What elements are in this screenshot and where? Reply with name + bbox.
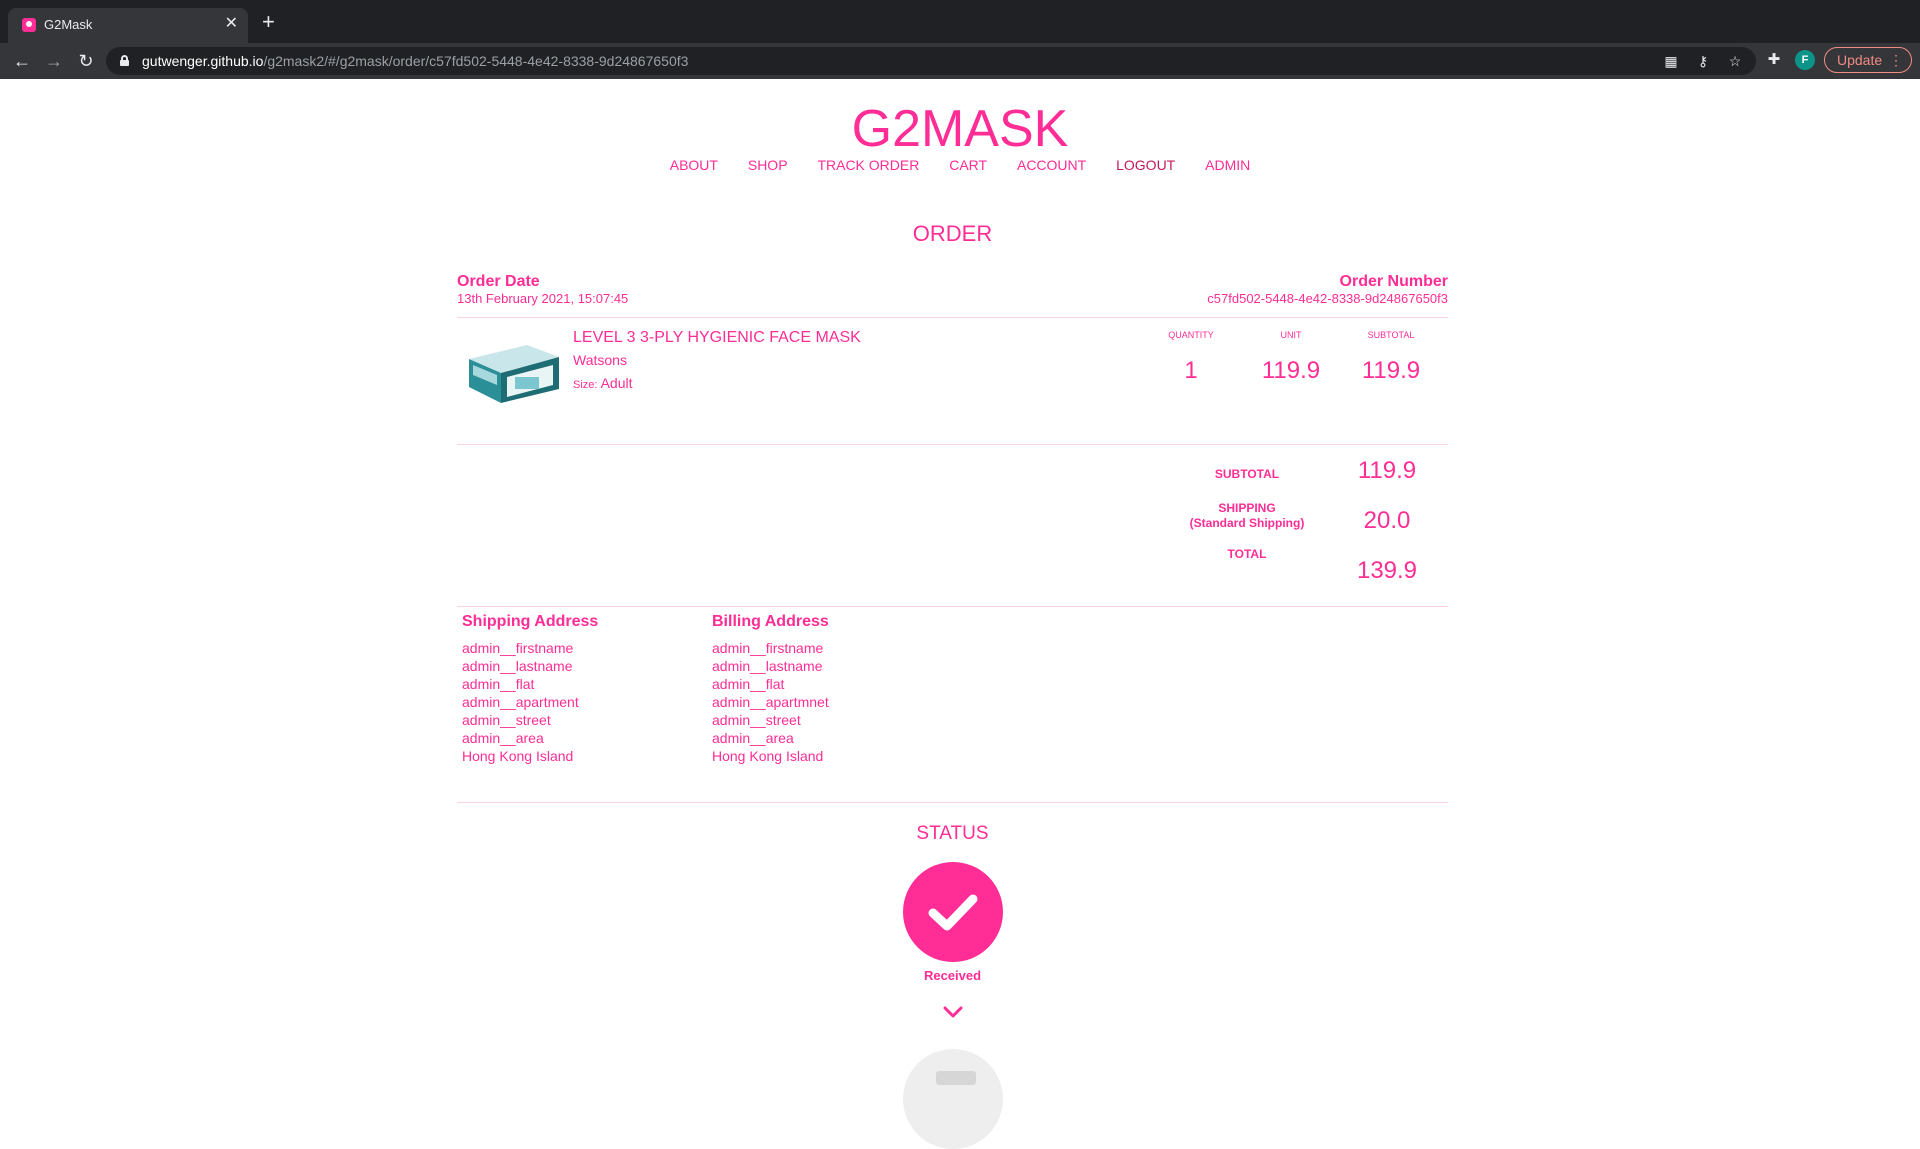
- size-label: Size:: [573, 379, 598, 391]
- addresses: Shipping Address admin__firstname admin_…: [457, 606, 1448, 776]
- main-nav: ABOUT SHOP TRACK ORDER CART ACCOUNT LOGO…: [0, 157, 1920, 173]
- nav-logout[interactable]: LOGOUT: [1116, 157, 1175, 173]
- address-line: admin__street: [712, 712, 801, 728]
- order-number-value: c57fd502-5448-4e42-8338-9d24867650f3: [1207, 291, 1448, 306]
- address-line: admin__apartment: [462, 694, 579, 710]
- address-line: admin__flat: [462, 676, 535, 692]
- update-button[interactable]: Update ⋮: [1824, 47, 1912, 73]
- url-text[interactable]: gutwenger.github.io/g2mask2/#/g2mask/ord…: [142, 53, 688, 69]
- order-date-label: Order Date: [457, 273, 540, 290]
- address-line: admin__apartmnet: [712, 694, 829, 710]
- address-line: admin__firstname: [462, 640, 574, 656]
- checkmark-icon: [928, 894, 978, 931]
- nav-about[interactable]: ABOUT: [670, 157, 718, 173]
- size-value: Adult: [600, 375, 633, 391]
- shipping-value: 20.0: [1363, 507, 1411, 534]
- site-logo[interactable]: G2MASK: [0, 99, 1920, 159]
- browser-toolbar: ← → ↻ gutwenger.github.io/g2mask2/#/g2ma…: [0, 43, 1920, 79]
- update-label: Update: [1837, 52, 1883, 68]
- g2mask-favicon-icon: [22, 18, 36, 32]
- nav-shop[interactable]: SHOP: [748, 157, 788, 173]
- product-brand: Watsons: [573, 352, 627, 368]
- subtotal-value: 119.9: [1357, 457, 1417, 484]
- shipping-address: Shipping Address admin__firstname admin_…: [462, 613, 702, 765]
- address-line: admin__area: [462, 730, 544, 746]
- order-item-row: LEVEL 3 3-PLY HYGIENIC FACE MASK Watsons…: [457, 317, 1448, 442]
- more-menu-icon[interactable]: ⋮: [1889, 48, 1903, 72]
- shipping-address-title: Shipping Address: [462, 613, 599, 630]
- order-number: Order Number c57fd502-5448-4e42-8338-9d2…: [1207, 273, 1448, 306]
- total-label: TOTAL: [1227, 547, 1267, 561]
- nav-account[interactable]: ACCOUNT: [1017, 157, 1086, 173]
- new-tab-icon[interactable]: +: [262, 11, 275, 33]
- total-value: 139.9: [1356, 557, 1418, 584]
- shipping-method: (Standard Shipping): [1189, 516, 1305, 530]
- page: G2MASK ABOUT SHOP TRACK ORDER CART ACCOU…: [0, 79, 1920, 1149]
- subtotal-header: SUBTOTAL: [1367, 330, 1415, 340]
- url-path: /g2mask2/#/g2mask/order/c57fd502-5448-4e…: [263, 53, 689, 69]
- extensions-puzzle-icon[interactable]: ✚: [1763, 47, 1785, 73]
- nav-cart[interactable]: CART: [949, 157, 987, 173]
- omnibox-actions: ▦ ⚷ ☆: [1662, 51, 1744, 71]
- box-icon: [936, 1071, 976, 1085]
- shipping-label-text: SHIPPING: [1218, 501, 1276, 515]
- url-host: gutwenger.github.io: [142, 53, 264, 69]
- item-subtotal: 119.9: [1361, 357, 1421, 384]
- address-line: admin__flat: [712, 676, 785, 692]
- nav-admin[interactable]: ADMIN: [1205, 157, 1250, 173]
- order-date-value: 13th February 2021, 15:07:45: [457, 291, 629, 306]
- address-line: Hong Kong Island: [712, 748, 824, 764]
- page-title: ORDER: [912, 221, 993, 246]
- subtotal-label: SUBTOTAL: [1214, 467, 1280, 481]
- back-arrow-icon[interactable]: ←: [8, 47, 36, 75]
- lock-icon[interactable]: [120, 55, 129, 66]
- order-number-label: Order Number: [1339, 273, 1448, 290]
- item-unit-price: 119.9: [1261, 357, 1321, 384]
- address-line: Hong Kong Island: [462, 748, 574, 764]
- status-received-badge: [903, 862, 1003, 962]
- unit-header: UNIT: [1280, 330, 1302, 340]
- close-tab-icon[interactable]: ✕: [225, 14, 238, 34]
- chevron-down-icon: [943, 1006, 963, 1018]
- reload-icon[interactable]: ↻: [72, 47, 100, 75]
- shipping-label: SHIPPING (Standard Shipping): [1157, 501, 1337, 531]
- star-bookmark-icon[interactable]: ☆: [1726, 51, 1744, 71]
- qr-code-icon[interactable]: ▦: [1662, 51, 1680, 71]
- key-icon[interactable]: ⚷: [1694, 51, 1712, 71]
- status-label: Received: [923, 968, 982, 983]
- product-name[interactable]: LEVEL 3 3-PLY HYGIENIC FACE MASK: [573, 329, 861, 347]
- forward-arrow-icon[interactable]: →: [40, 47, 68, 75]
- nav-track-order[interactable]: TRACK ORDER: [817, 157, 919, 173]
- address-line: admin__lastname: [462, 658, 573, 674]
- product-size: Size: Adult: [573, 375, 633, 391]
- order-totals: SUBTOTAL 119.9 SHIPPING (Standard Shippi…: [457, 444, 1448, 594]
- browser-tab[interactable]: G2Mask ✕: [8, 8, 248, 43]
- profile-avatar[interactable]: F: [1795, 50, 1815, 70]
- address-line: admin__firstname: [712, 640, 824, 656]
- item-quantity: 1: [1184, 357, 1198, 384]
- divider: [457, 802, 1448, 803]
- address-line: admin__lastname: [712, 658, 823, 674]
- status-next-badge: [903, 1049, 1003, 1149]
- product-image[interactable]: [465, 337, 563, 409]
- address-line: admin__area: [712, 730, 794, 746]
- browser-chrome: G2Mask ✕ + ← → ↻ gutwenger.github.io/g2m…: [0, 0, 1920, 79]
- address-bar[interactable]: gutwenger.github.io/g2mask2/#/g2mask/ord…: [106, 47, 1756, 75]
- quantity-header: QUANTITY: [1168, 330, 1214, 340]
- order-date: Order Date 13th February 2021, 15:07:45: [457, 273, 628, 306]
- tab-title: G2Mask: [44, 17, 93, 32]
- status-heading: STATUS: [916, 823, 989, 844]
- address-line: admin__street: [462, 712, 551, 728]
- billing-address: Billing Address admin__firstname admin__…: [712, 613, 952, 765]
- billing-address-title: Billing Address: [712, 613, 829, 630]
- tab-strip: G2Mask ✕ +: [0, 0, 1920, 43]
